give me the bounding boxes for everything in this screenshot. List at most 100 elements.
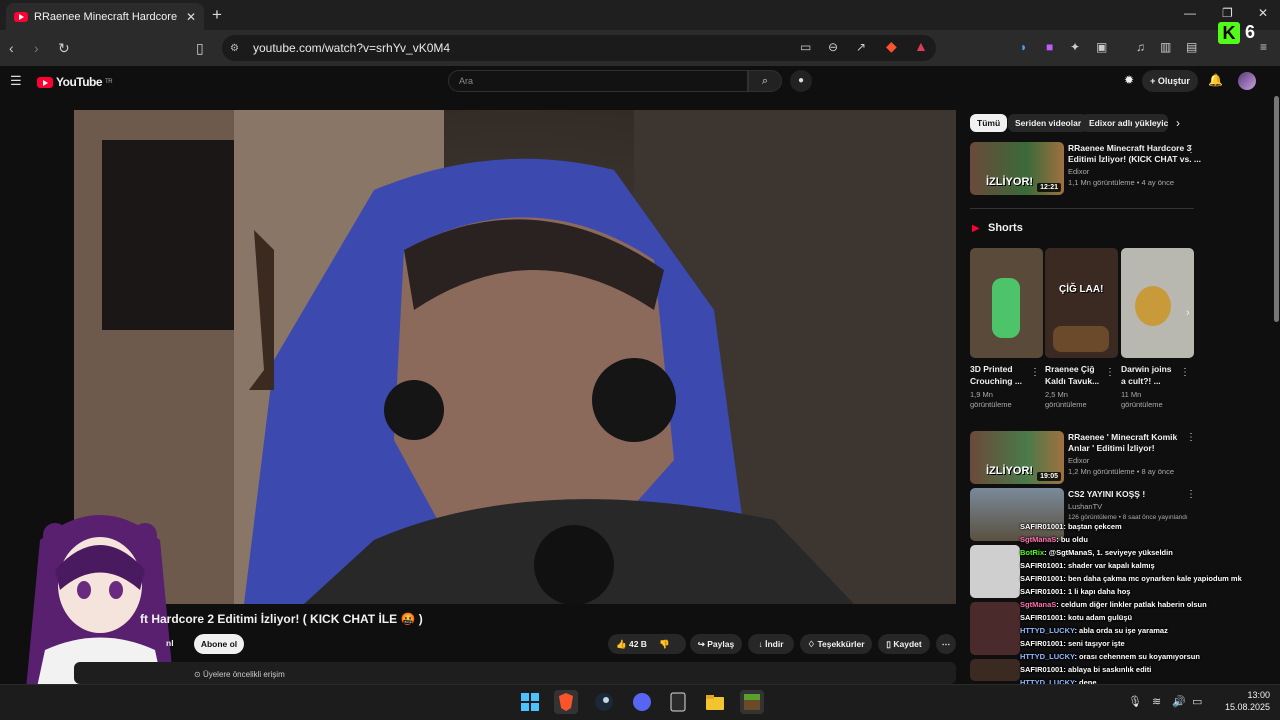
rec1-thumbnail[interactable]: İZLİYOR! 12:21 (970, 142, 1064, 195)
minimize-icon[interactable]: — (1184, 6, 1196, 20)
short3-title-line2[interactable]: a cult?! ... (1121, 376, 1161, 387)
menu-icon[interactable]: ≡ (1260, 38, 1267, 56)
share-button[interactable]: ↪ Paylaş (690, 634, 742, 654)
voice-search-button[interactable]: ● (790, 70, 812, 92)
rec5-thumbnail[interactable] (970, 602, 1020, 655)
download-button[interactable]: ↓ İndir (748, 634, 794, 654)
app-icon (633, 693, 651, 711)
account-avatar[interactable] (1238, 72, 1256, 90)
close-window-icon[interactable]: ✕ (1258, 6, 1268, 20)
cast-gear-icon[interactable]: ✹ (1124, 73, 1134, 87)
cast-icon[interactable]: ▭ (800, 38, 811, 56)
chip-series[interactable]: Seriden videolar (1008, 114, 1089, 132)
rec1-menu-icon[interactable]: ⋮ (1186, 144, 1196, 155)
start-button[interactable] (518, 690, 542, 714)
bookmark-icon[interactable]: ▯ (196, 39, 204, 57)
chat-text: : ablaya bi saskınlık editi (1063, 665, 1152, 674)
brave-shields-icon[interactable]: ◆ (886, 37, 897, 55)
video-title: ft Hardcore 2 Editimi İzliyor! ( KICK CH… (140, 612, 423, 626)
battery-icon[interactable]: ▭ (1192, 695, 1202, 708)
volume-icon[interactable]: 🔊 (1172, 695, 1186, 708)
short1-title-line1[interactable]: 3D Printed (970, 364, 1013, 375)
chat-text: : kotu adam gulüşü (1063, 613, 1133, 622)
short3-views-unit: görüntüleme (1121, 400, 1163, 409)
rec1-title-line1[interactable]: RRaenee Minecraft Hardcore 3 (1068, 143, 1191, 154)
sidebar-icon[interactable]: ▥ (1160, 38, 1171, 56)
rec2-menu-icon[interactable]: ⋮ (1186, 432, 1196, 443)
brave-rewards-icon[interactable]: ▲ (914, 37, 928, 55)
save-button[interactable]: ▯ Kaydet (878, 634, 930, 654)
reload-icon[interactable]: ↻ (58, 39, 70, 57)
taskbar-steam[interactable] (592, 690, 616, 714)
chat-text: : orası cehennem su koyamıyorsun (1074, 652, 1200, 661)
chips-next-icon[interactable]: › (1176, 116, 1180, 130)
back-icon[interactable]: ‹ (9, 39, 14, 57)
close-tab-icon[interactable]: ✕ (186, 10, 196, 24)
channel-name-fragment[interactable]: nl (166, 638, 174, 648)
media-icon[interactable]: ♫ (1136, 38, 1145, 56)
short1-thumbnail[interactable] (970, 248, 1043, 358)
taskbar-app[interactable] (630, 690, 654, 714)
site-info-icon[interactable]: ⚙ (230, 43, 239, 54)
share-label: Paylaş (707, 639, 735, 649)
system-clock[interactable]: 13:00 15.08.2025 (1220, 689, 1270, 713)
short2-menu-icon[interactable]: ⋮ (1105, 367, 1115, 378)
restore-icon[interactable]: ❐ (1222, 6, 1233, 20)
rec3-title[interactable]: CS2 YAYINI KOŞŞ ! (1068, 489, 1145, 500)
page-scrollbar[interactable] (1274, 96, 1279, 322)
taskbar-minecraft[interactable] (740, 690, 764, 714)
search-input[interactable]: Ara (448, 70, 748, 92)
create-button[interactable]: + Oluştur (1142, 70, 1198, 92)
rec2-channel[interactable]: Edixor (1068, 456, 1089, 466)
short2-title-line1[interactable]: Rraenee Çiğ (1045, 364, 1095, 375)
wifi-icon[interactable]: ≋ (1152, 695, 1161, 708)
rec2-thumbnail[interactable]: İZLİYOR! 19:05 (970, 431, 1064, 484)
rec4-thumbnail[interactable] (970, 545, 1020, 598)
short2-thumbnail[interactable]: ÇİĞ LAA! (1045, 248, 1118, 358)
video-player[interactable] (74, 110, 956, 604)
zoom-icon[interactable]: ⊖ (828, 38, 838, 56)
short2-title-line2[interactable]: Kaldı Tavuk... (1045, 376, 1099, 387)
rec2-title-line1[interactable]: RRaenee ' Minecraft Komik (1068, 432, 1177, 443)
short1-menu-icon[interactable]: ⋮ (1030, 367, 1040, 378)
youtube-logo[interactable]: YouTube TR (37, 75, 113, 89)
short3-thumbnail[interactable] (1121, 248, 1194, 358)
short3-title-line1[interactable]: Darwin joins (1121, 364, 1172, 375)
screenshot-icon[interactable]: ▣ (1096, 38, 1107, 56)
subscribe-button[interactable]: Abone ol (194, 634, 244, 654)
more-actions-button[interactable]: ⋯ (936, 634, 956, 654)
microphone-tray-icon[interactable]: 🎙 (1128, 695, 1142, 708)
thanks-button[interactable]: ♢ Teşekkürler (800, 634, 872, 654)
chip-all[interactable]: Tümü (970, 114, 1008, 132)
wallet-icon[interactable]: ▤ (1186, 38, 1197, 56)
extensions-puzzle-icon[interactable]: ✦ (1070, 38, 1080, 56)
rec2-title-line2[interactable]: Anlar ' Editimi İzliyor! (1068, 443, 1155, 454)
chip-uploader[interactable]: Edixor adlı yükleyicide (1082, 114, 1168, 132)
rec1-title-line2[interactable]: Editimi İzliyor! (KICK CHAT vs. ... (1068, 154, 1201, 165)
shorts-heading: Shorts (988, 222, 1023, 234)
search-button[interactable]: ⌕ (748, 70, 782, 92)
download-icon: ↓ (758, 639, 763, 649)
taskbar-explorer[interactable] (703, 690, 727, 714)
browser-tab[interactable]: RRaenee Minecraft Hardcore ✕ (6, 3, 204, 30)
shorts-next-icon[interactable]: › (1186, 307, 1190, 319)
rec3-thumbnail[interactable] (970, 488, 1064, 541)
extension-icon[interactable]: ■ (1046, 38, 1053, 56)
like-dislike-button[interactable]: 👍 42 B 👎 (608, 634, 686, 654)
new-tab-icon[interactable]: + (212, 5, 222, 25)
chat-username: SAFIR01001 (1020, 574, 1064, 583)
rec3-channel[interactable]: LushanTV (1068, 502, 1102, 512)
rec3-menu-icon[interactable]: ⋮ (1186, 489, 1196, 500)
short3-menu-icon[interactable]: ⋮ (1180, 367, 1190, 378)
epic-games-icon (670, 692, 686, 712)
share-icon[interactable]: ↗ (856, 38, 866, 56)
guide-menu-icon[interactable]: ☰ (10, 73, 22, 89)
forward-icon[interactable]: › (34, 39, 39, 57)
taskbar-epic[interactable] (666, 690, 690, 714)
rec1-channel[interactable]: Edixor (1068, 167, 1089, 177)
taskbar-brave[interactable] (554, 690, 578, 714)
rec6-thumbnail[interactable] (970, 659, 1020, 681)
short1-title-line2[interactable]: Crouching ... (970, 376, 1022, 387)
audio-extension-icon[interactable]: ◗ (1020, 38, 1027, 56)
notifications-bell-icon[interactable]: 🔔 (1208, 73, 1223, 87)
